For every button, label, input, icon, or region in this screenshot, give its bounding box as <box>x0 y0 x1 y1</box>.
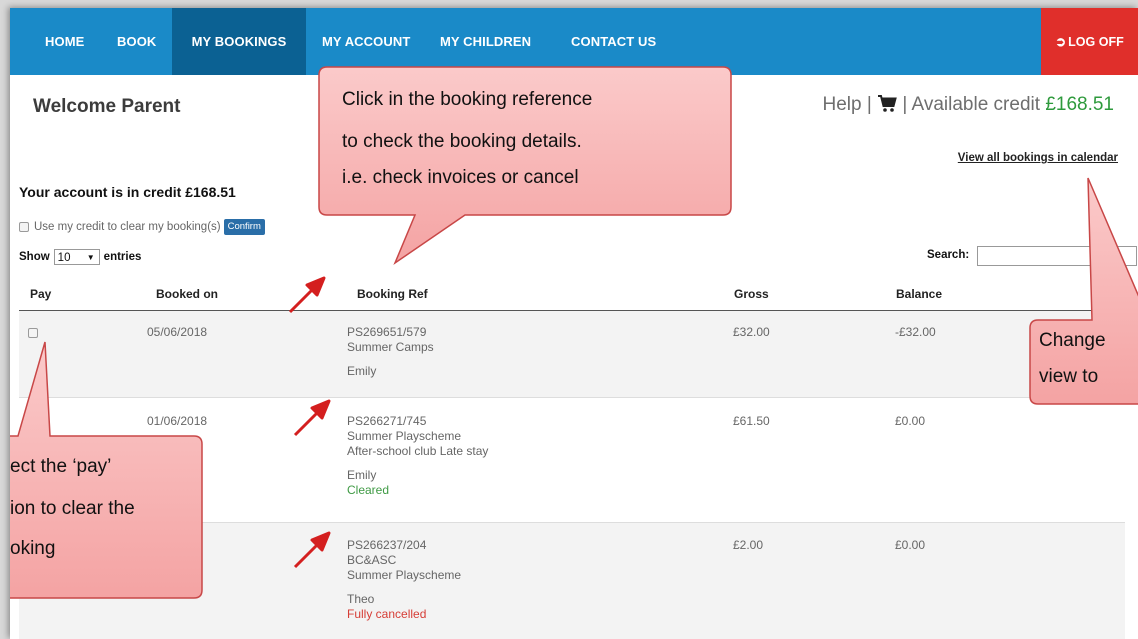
pointer-arrow-icon <box>293 399 331 437</box>
use-credit-label: Use my credit to clear my booking(s) <box>34 221 221 233</box>
entries-value: 10 <box>57 252 71 264</box>
child-name: Emily <box>347 364 377 378</box>
callout-text: oking <box>10 538 56 559</box>
col-booking-ref[interactable]: Booking Ref <box>357 287 428 301</box>
logout-icon: ➲ <box>1055 34 1067 49</box>
cart-icon[interactable] <box>877 95 897 119</box>
pointer-arrow-icon <box>293 531 331 569</box>
booking-ref-link[interactable]: PS266237/204 <box>347 538 461 553</box>
callout-text: view to <box>1039 366 1099 387</box>
balance: £0.00 <box>895 538 926 552</box>
child-name: Theo <box>347 592 375 606</box>
status-label: Fully cancelled <box>347 607 427 621</box>
child-name: Emily <box>347 468 377 482</box>
credit-label: Available credit <box>911 94 1041 115</box>
help-link[interactable]: Help | <box>822 94 871 115</box>
logoff-label: LOG OFF <box>1068 35 1124 49</box>
col-booked-on[interactable]: Booked on <box>156 287 218 301</box>
welcome-title: Welcome Parent <box>33 96 181 117</box>
booking-ref-link[interactable]: PS269651/579 <box>347 325 434 340</box>
nav-book[interactable]: BOOK <box>117 8 156 75</box>
nav-my-bookings[interactable]: MY BOOKINGS <box>172 8 306 75</box>
booking-ref-cell: PS266271/745 Summer Playscheme After-sch… <box>347 414 488 498</box>
callout-text: Click in the booking reference <box>342 89 593 110</box>
gross: £61.50 <box>733 414 770 428</box>
booking-line: Summer Playscheme <box>347 429 462 443</box>
callout-text: to check the booking details. <box>342 131 582 152</box>
callout-pay: ect the ‘pay’ ion to clear the oking <box>10 338 220 600</box>
gross: £2.00 <box>733 538 764 552</box>
credit-value: £168.51 <box>1045 94 1114 115</box>
callout-text: i.e. check invoices or cancel <box>342 167 579 188</box>
booking-line: BC&ASC <box>347 553 397 567</box>
use-credit-row: Use my credit to clear my booking(s) Con… <box>19 219 265 235</box>
callout-booking-ref: Click in the booking reference to check … <box>315 63 735 273</box>
nav-home[interactable]: HOME <box>45 8 84 75</box>
separator: | <box>902 94 908 115</box>
booking-line: Summer Playscheme <box>347 568 462 582</box>
booking-line: After-school club Late stay <box>347 444 489 458</box>
search-label: Search: <box>927 249 970 261</box>
booking-line: Summer Camps <box>347 340 434 354</box>
gross: £32.00 <box>733 325 770 339</box>
pointer-arrow-icon <box>288 276 326 314</box>
col-pay[interactable]: Pay <box>30 287 51 301</box>
callout-text: Change <box>1039 330 1106 351</box>
booking-ref-cell: PS266237/204 BC&ASC Summer Playscheme Th… <box>347 538 461 622</box>
status-label: Cleared <box>347 483 390 497</box>
entries-label: entries <box>103 251 142 263</box>
help-credit-bar: Help | | Available credit £168.51 <box>822 94 1114 119</box>
callout-text: ect the ‘pay’ <box>10 456 112 477</box>
confirm-button[interactable]: Confirm <box>223 219 265 235</box>
entries-select[interactable]: 10 ▼ <box>53 249 100 265</box>
app-window: HOME BOOK MY BOOKINGS MY ACCOUNT MY CHIL… <box>10 8 1138 639</box>
show-label: Show <box>19 251 50 263</box>
callout-text: ion to clear the <box>10 498 135 519</box>
logoff-button[interactable]: ➲ LOG OFF <box>1041 8 1138 75</box>
booking-ref-cell: PS269651/579 Summer Camps Emily <box>347 325 434 379</box>
col-gross[interactable]: Gross <box>734 287 769 301</box>
pay-checkbox[interactable] <box>28 328 38 338</box>
booking-ref-link[interactable]: PS266271/745 <box>347 414 488 429</box>
view-calendar-link[interactable]: View all bookings in calendar <box>958 152 1118 164</box>
balance: £0.00 <box>895 414 926 428</box>
use-credit-checkbox[interactable] <box>19 222 29 232</box>
show-entries: Show 10 ▼ entries <box>19 249 141 265</box>
balance: -£32.00 <box>895 325 936 339</box>
callout-calendar: Change view to <box>1022 168 1138 408</box>
credit-title: Your account is in credit £168.51 <box>19 184 236 200</box>
caret-down-icon: ▼ <box>86 253 95 262</box>
col-balance[interactable]: Balance <box>896 287 942 301</box>
